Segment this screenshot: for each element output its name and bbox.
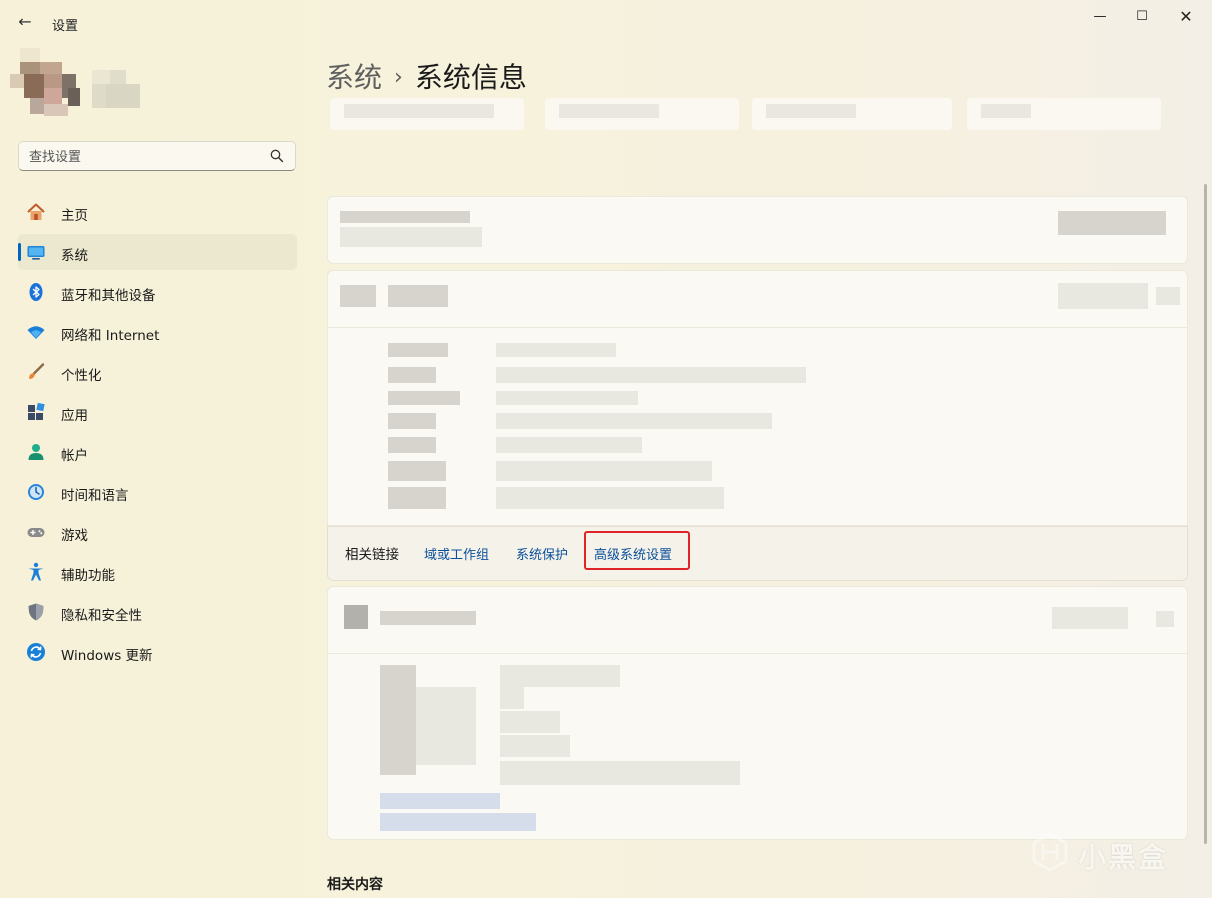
sidebar-item-label: 蓝牙和其他设备 xyxy=(61,288,156,304)
home-icon xyxy=(27,203,45,220)
info-tile[interactable] xyxy=(752,98,952,130)
sidebar-item-privacy[interactable]: 隐私和安全性 xyxy=(18,594,297,630)
watermark-logo-icon xyxy=(1032,832,1068,872)
minimize-button[interactable]: — xyxy=(1082,4,1118,30)
sidebar-item-windows-update[interactable]: Windows 更新 xyxy=(18,634,297,670)
breadcrumb-separator: › xyxy=(394,65,403,90)
sidebar-item-accounts[interactable]: 帐户 xyxy=(18,434,297,470)
sidebar-item-label: 隐私和安全性 xyxy=(61,608,142,624)
sidebar-item-accessibility[interactable]: 辅助功能 xyxy=(18,554,297,590)
windows-update-icon xyxy=(27,643,45,661)
sidebar-item-label: 应用 xyxy=(61,408,88,424)
bluetooth-icon xyxy=(29,283,43,301)
sidebar-item-network[interactable]: 网络和 Internet xyxy=(18,314,297,350)
gamepad-icon xyxy=(27,528,45,537)
sidebar-item-label: 游戏 xyxy=(61,528,88,544)
avatar[interactable] xyxy=(10,48,82,120)
accessibility-icon xyxy=(28,562,44,581)
related-links-title: 相关链接 xyxy=(345,547,399,563)
info-tile[interactable] xyxy=(330,98,524,130)
search-input[interactable] xyxy=(27,147,261,167)
info-tile[interactable] xyxy=(967,98,1161,130)
wifi-icon xyxy=(27,326,45,339)
windows-specs-card xyxy=(327,586,1188,840)
title-bar: ← 设置 — ☐ ✕ xyxy=(0,0,1212,40)
sidebar-item-label: 网络和 Internet xyxy=(61,328,160,344)
device-specs-card xyxy=(327,270,1188,526)
device-name-card[interactable] xyxy=(327,196,1188,264)
sidebar-item-time-language[interactable]: 时间和语言 xyxy=(18,474,297,510)
close-button[interactable]: ✕ xyxy=(1168,4,1204,30)
sidebar-item-gaming[interactable]: 游戏 xyxy=(18,514,297,550)
sidebar-item-label: 时间和语言 xyxy=(61,488,129,504)
sidebar-item-label: 主页 xyxy=(61,208,88,224)
apps-icon xyxy=(28,402,45,420)
sidebar-item-apps[interactable]: 应用 xyxy=(18,394,297,430)
breadcrumb: 系统 › 系统信息 xyxy=(326,56,527,96)
shield-icon xyxy=(28,603,44,621)
sidebar-item-bluetooth[interactable]: 蓝牙和其他设备 xyxy=(18,274,297,310)
search-icon[interactable] xyxy=(269,148,285,164)
time-language-icon xyxy=(28,484,44,500)
sidebar-item-system[interactable]: 系统 xyxy=(18,234,297,270)
sidebar-item-home[interactable]: 主页 xyxy=(18,194,297,230)
highlight-annotation xyxy=(584,531,690,570)
active-indicator xyxy=(18,243,21,261)
page-title: 系统信息 xyxy=(414,61,527,94)
scrollbar[interactable] xyxy=(1204,184,1207,844)
sidebar-item-label: 帐户 xyxy=(61,448,88,464)
domain-workgroup-link[interactable]: 域或工作组 xyxy=(424,544,489,563)
sidebar-item-personalization[interactable]: 个性化 xyxy=(18,354,297,390)
user-name xyxy=(92,70,144,110)
brush-icon xyxy=(29,363,45,379)
system-protection-link[interactable]: 系统保护 xyxy=(516,544,568,563)
sidebar-item-label: 辅助功能 xyxy=(61,568,115,584)
app-title: 设置 xyxy=(52,19,79,34)
sidebar-item-label: 系统 xyxy=(61,248,88,264)
watermark: 小黑盒 xyxy=(1030,828,1190,878)
sidebar-item-label: Windows 更新 xyxy=(61,648,153,664)
account-icon xyxy=(28,444,44,460)
sidebar-item-label: 个性化 xyxy=(61,368,102,384)
back-button[interactable]: ← xyxy=(12,10,38,34)
related-content-title: 相关内容 xyxy=(327,877,383,893)
related-links-bar: 相关链接 域或工作组 系统保护 高级系统设置 xyxy=(327,526,1188,581)
maximize-button[interactable]: ☐ xyxy=(1124,4,1160,30)
search-box[interactable] xyxy=(18,141,296,171)
info-tile[interactable] xyxy=(545,98,739,130)
system-display-icon xyxy=(27,246,45,260)
watermark-text: 小黑盒 xyxy=(1078,841,1169,874)
breadcrumb-parent[interactable]: 系统 xyxy=(326,61,382,94)
